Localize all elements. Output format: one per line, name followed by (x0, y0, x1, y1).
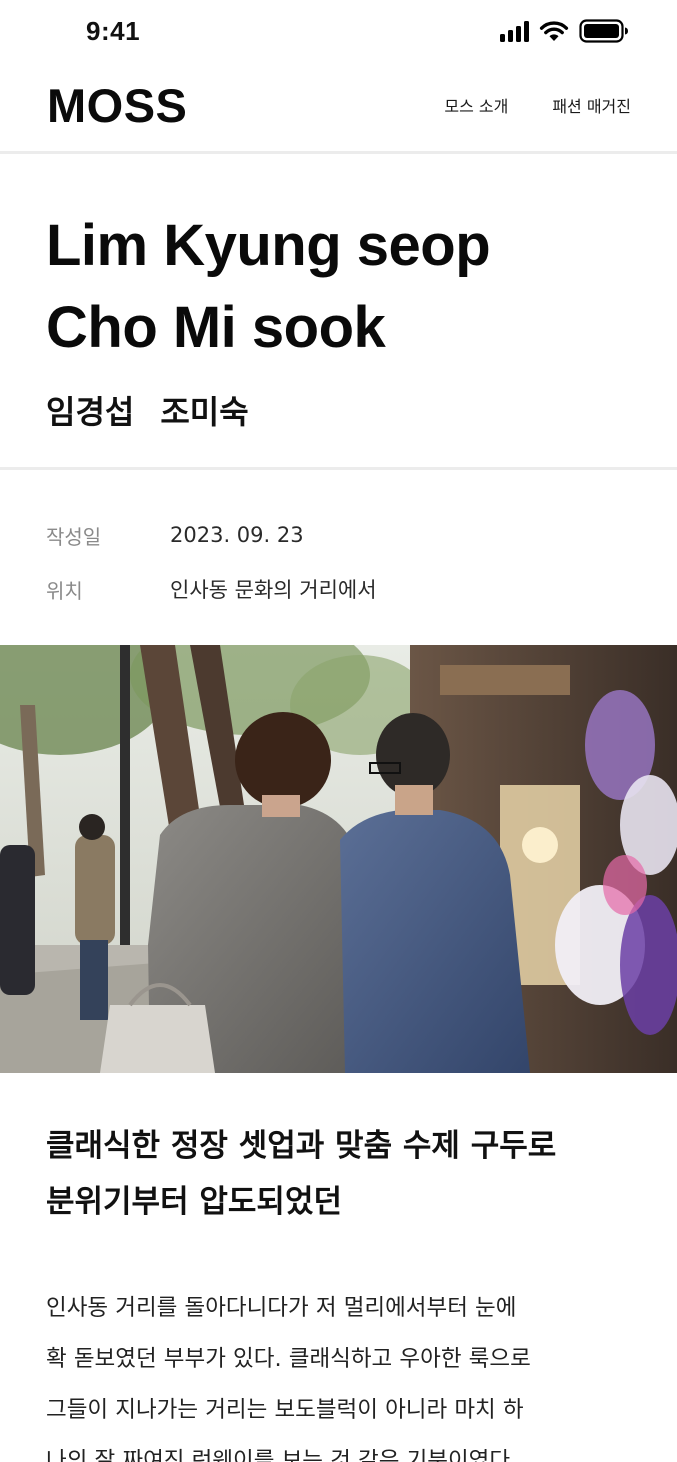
nav-link-fashion-magazine[interactable]: 패션 매거진 (552, 93, 631, 117)
article-photo (0, 645, 677, 1073)
article-body: 인사동 거리를 돌아다니다가 저 멀리에서부터 눈에 확 돋보였던 부부가 있다… (46, 1283, 638, 1462)
nav-link-about[interactable]: 모스 소개 (444, 93, 508, 117)
meta-label-location: 위치 (46, 578, 83, 603)
status-time: 9:41 (86, 16, 141, 46)
meta-value-location: 인사동 문화의 거리에서 (170, 578, 377, 602)
status-bar: 9:41 (0, 0, 677, 66)
main-nav: 모스 소개 패션 매거진 (444, 93, 631, 117)
title-line-1: Lim Kyung seop (46, 213, 491, 278)
cellular-signal-icon (500, 20, 529, 42)
site-header: MOSS 모스 소개 패션 매거진 (0, 66, 677, 154)
body-line-1: 인사동 거리를 돌아다니다가 저 멀리에서부터 눈에 (46, 1295, 517, 1321)
article-meta: 작성일 2023. 09. 23 위치 인사동 문화의 거리에서 (46, 508, 377, 616)
headline-line-1: 클래식한 정장 셋업과 맞춤 수제 구두로 (46, 1128, 557, 1164)
name-kr-2: 조미숙 (160, 393, 249, 431)
article-headline: 클래식한 정장 셋업과 맞춤 수제 구두로 분위기부터 압도되었던 (46, 1118, 636, 1230)
body-line-3: 그들이 지나가는 거리는 보도블럭이 아니라 마치 하 (46, 1397, 524, 1423)
meta-label-date: 작성일 (46, 524, 102, 549)
article-title-section: Lim Kyung seop Cho Mi sook 임경섭 조미숙 (0, 157, 677, 470)
meta-value-date: 2023. 09. 23 (170, 523, 304, 547)
name-kr-1: 임경섭 (46, 393, 135, 431)
article-title-english: Lim Kyung seop Cho Mi sook (46, 205, 491, 369)
status-icons (500, 19, 629, 43)
body-line-2: 확 돋보였던 부부가 있다. 클래식하고 우아한 룩으로 (46, 1346, 531, 1372)
battery-icon (579, 19, 628, 43)
meta-row-location: 위치 인사동 문화의 거리에서 (46, 562, 377, 616)
moss-logo[interactable]: MOSS (47, 78, 187, 133)
wifi-icon (539, 21, 569, 41)
article-names-korean: 임경섭 조미숙 (46, 387, 249, 433)
headline-line-2: 분위기부터 압도되었던 (46, 1184, 342, 1220)
meta-row-date: 작성일 2023. 09. 23 (46, 508, 377, 562)
body-line-4: 나의 잘 짜여진 런웨이를 보는 것 같은 기분이였다. (46, 1448, 518, 1462)
title-line-2: Cho Mi sook (46, 295, 386, 360)
